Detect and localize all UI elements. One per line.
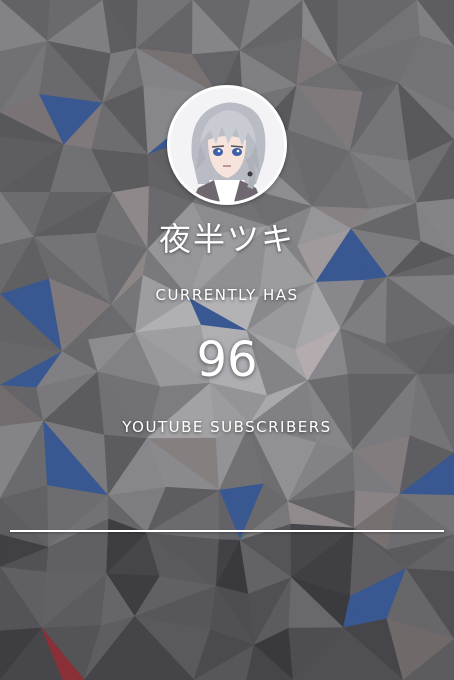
subscriber-card: 夜半ツキ CURRENTLY HAS 96 YOUTUBE SUBSCRIBER…	[0, 0, 454, 680]
divider-line	[10, 530, 444, 532]
avatar-illustration	[170, 88, 284, 202]
subscriber-count: 96	[196, 332, 258, 388]
channel-name: 夜半ツキ	[158, 220, 295, 258]
currently-has-label: CURRENTLY HAS	[155, 286, 299, 304]
card-content: 夜半ツキ CURRENTLY HAS 96 YOUTUBE SUBSCRIBER…	[0, 0, 454, 680]
channel-avatar[interactable]	[167, 85, 287, 205]
youtube-subscribers-label: YOUTUBE SUBSCRIBERS	[122, 418, 332, 436]
